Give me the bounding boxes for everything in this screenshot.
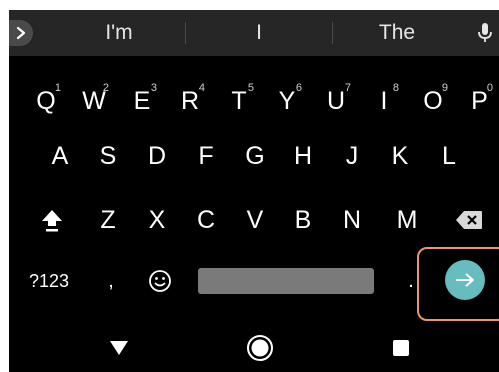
key-b[interactable]: B (282, 192, 324, 248)
key-u[interactable]: U 7 (315, 73, 357, 129)
backspace-icon (456, 211, 482, 229)
key-a[interactable]: A (39, 128, 81, 184)
key-label: E (133, 86, 151, 115)
enter-button[interactable] (445, 260, 485, 300)
home-circle-icon (247, 335, 273, 361)
suggestion-2[interactable]: I (209, 10, 309, 56)
key-hint: 0 (486, 82, 493, 94)
key-h[interactable]: H (282, 128, 324, 184)
backspace-key[interactable] (447, 192, 491, 248)
space-bar[interactable] (198, 268, 374, 294)
key-label: I (380, 86, 388, 115)
key-f[interactable]: F (185, 128, 227, 184)
key-n[interactable]: N (331, 192, 373, 248)
key-label: O (423, 86, 443, 115)
arrow-right-icon (456, 273, 474, 287)
nav-recents-button[interactable] (381, 332, 421, 364)
key-g[interactable]: G (234, 128, 276, 184)
nav-back-button[interactable] (99, 332, 139, 364)
keyboard-screen: I'm I The Q 1 W 2 E 3 R 4 T 5 Y 6 U 7 I … (9, 10, 499, 372)
key-t[interactable]: T 5 (218, 73, 260, 129)
key-w[interactable]: W 2 (73, 73, 115, 129)
key-label: T (231, 86, 247, 115)
key-q[interactable]: Q 1 (25, 73, 67, 129)
chevron-right-icon (16, 26, 26, 40)
key-hint: 5 (247, 82, 254, 94)
key-k[interactable]: K (379, 128, 421, 184)
key-d[interactable]: D (136, 128, 178, 184)
microphone-icon (478, 23, 492, 42)
symbols-key[interactable]: ?123 (19, 253, 79, 309)
key-y[interactable]: Y 6 (266, 73, 308, 129)
key-i[interactable]: I 8 (363, 73, 405, 129)
smiley-icon (149, 270, 171, 292)
recents-square-icon (393, 340, 409, 356)
suggestion-strip: I'm I The (9, 10, 499, 56)
key-hint: 4 (198, 82, 205, 94)
suggestion-divider (332, 22, 333, 44)
key-hint: 2 (102, 82, 109, 94)
shift-key[interactable] (31, 192, 73, 248)
key-hint: 1 (54, 82, 61, 94)
key-z[interactable]: Z (87, 192, 129, 248)
suggestion-1[interactable]: I'm (69, 10, 169, 56)
key-p[interactable]: P 0 (460, 73, 499, 129)
key-e[interactable]: E 3 (121, 73, 163, 129)
key-v[interactable]: V (234, 192, 276, 248)
suggestion-divider (185, 22, 186, 44)
back-triangle-icon (110, 341, 128, 355)
key-hint: 6 (295, 82, 302, 94)
key-c[interactable]: C (185, 192, 227, 248)
voice-input-button[interactable] (471, 20, 499, 46)
key-hint: 8 (392, 82, 399, 94)
key-label: Y (278, 86, 296, 115)
key-m[interactable]: M (386, 192, 428, 248)
key-label: P (471, 86, 488, 115)
comma-key[interactable]: , (91, 253, 131, 309)
key-x[interactable]: X (136, 192, 178, 248)
key-o[interactable]: O 9 (412, 73, 454, 129)
key-label: R (180, 86, 200, 115)
suggestion-3[interactable]: The (347, 10, 447, 56)
key-r[interactable]: R 4 (169, 73, 211, 129)
key-j[interactable]: J (331, 128, 373, 184)
shift-icon (42, 210, 62, 232)
key-hint: 7 (344, 82, 351, 94)
expand-suggestions-button[interactable] (9, 20, 33, 46)
emoji-key[interactable] (137, 253, 183, 309)
key-label: Q (36, 86, 56, 115)
key-label: U (326, 86, 346, 115)
nav-home-button[interactable] (240, 332, 280, 364)
key-hint: 9 (441, 82, 448, 94)
key-s[interactable]: S (87, 128, 129, 184)
key-l[interactable]: L (428, 128, 470, 184)
key-hint: 3 (150, 82, 157, 94)
